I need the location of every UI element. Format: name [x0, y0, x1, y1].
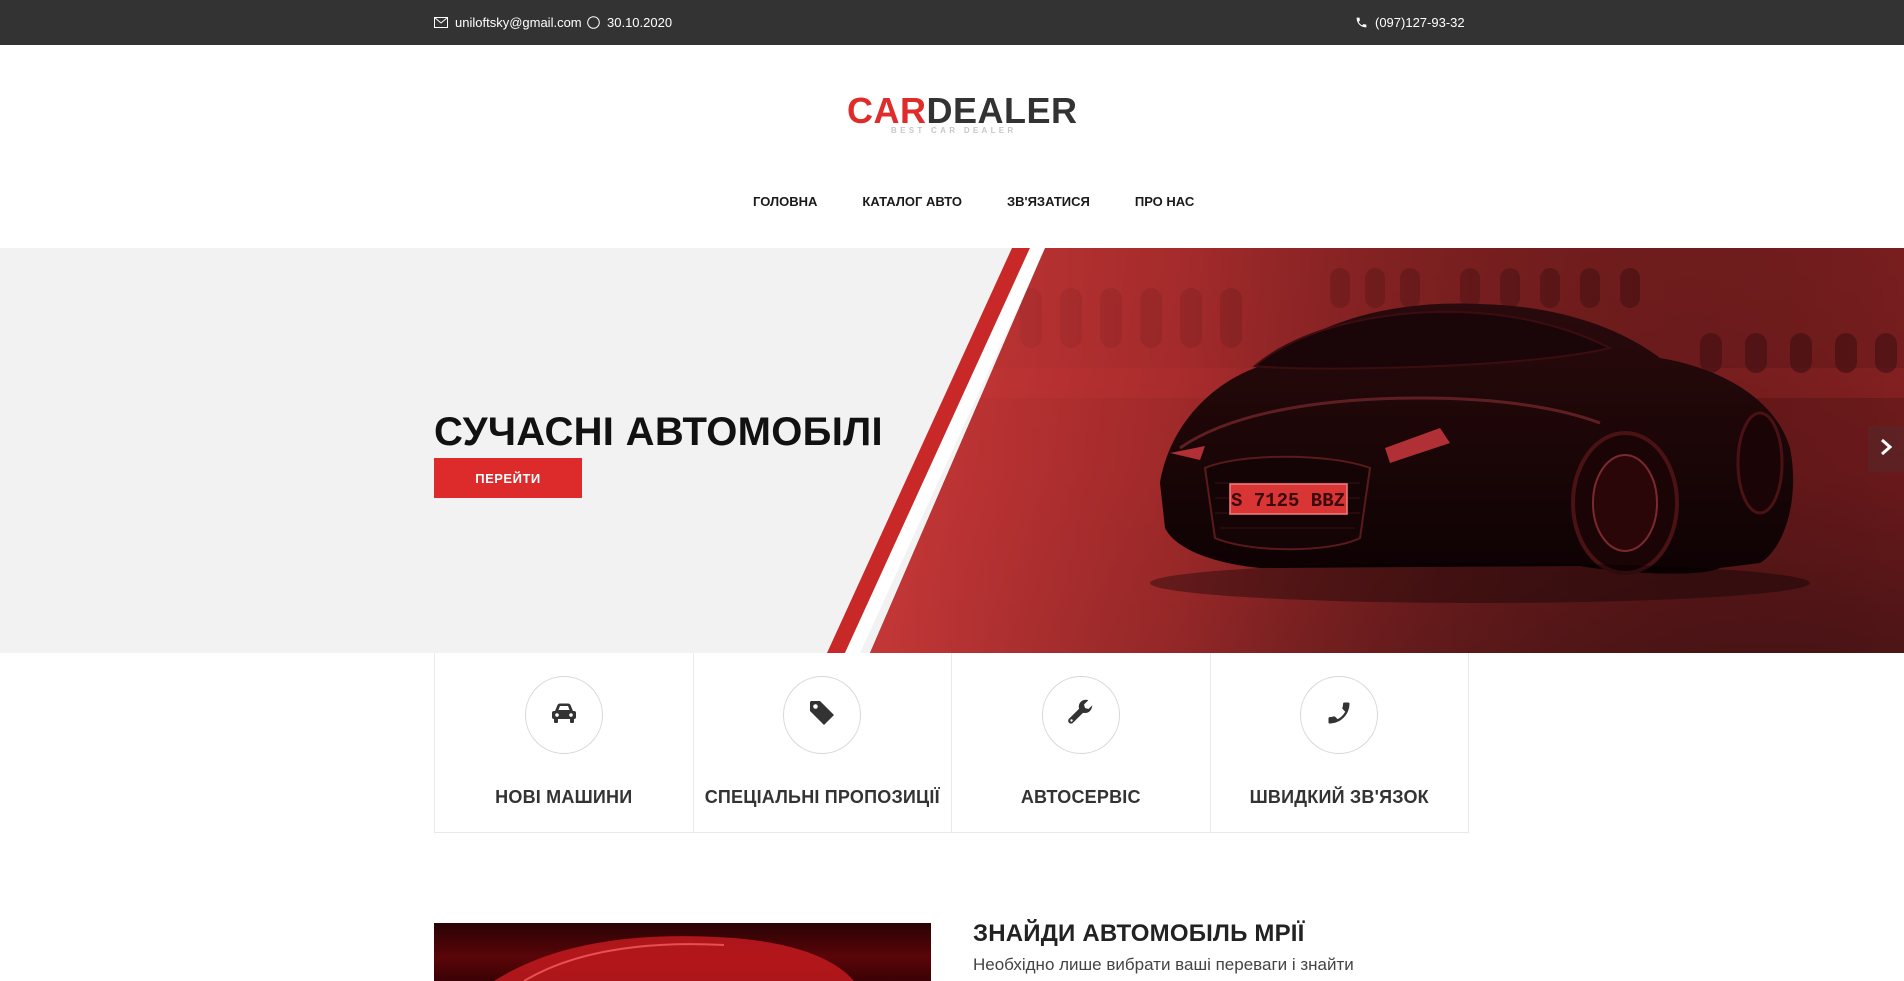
logo-tagline: BEST CAR DEALER — [891, 126, 1017, 135]
feature-icon-circle — [783, 676, 862, 754]
hero-title: СУЧАСНІ АВТОМОБІЛІ — [434, 410, 883, 454]
phone-icon — [1325, 699, 1353, 732]
phone-icon — [1355, 16, 1368, 29]
feature-label: НОВІ МАШИНИ — [495, 787, 633, 807]
feature-special-offers[interactable]: СПЕЦІАЛЬНІ ПРОПОЗИЦІЇ — [694, 653, 952, 832]
topbar-phone[interactable]: (097)127-93-32 — [1355, 0, 1465, 45]
feature-label: АВТОСЕРВІС — [1020, 787, 1141, 807]
hero-license-plate: S 7125 BBZ — [1231, 490, 1345, 512]
nav-item-catalog[interactable]: КАТАЛОГ АВТО — [862, 194, 962, 209]
feature-car-service[interactable]: АВТОСЕРВІС — [952, 653, 1211, 832]
site-logo[interactable]: CAR DEALER BEST CAR DEALER — [847, 90, 1077, 138]
nav-item-about[interactable]: ПРО НАС — [1135, 194, 1194, 209]
feature-icon-circle — [1300, 676, 1379, 754]
tag-icon — [808, 699, 836, 732]
car-icon — [550, 702, 578, 729]
logo-wordmark: CAR DEALER — [847, 90, 1077, 131]
topbar-phone-text: (097)127-93-32 — [1375, 15, 1465, 30]
topbar-email[interactable]: uniloftsky@gmail.com — [434, 0, 582, 45]
slider-next-button[interactable] — [1868, 426, 1904, 472]
hero-background-image: S 7125 BBZ — [827, 248, 1904, 653]
feature-icon-circle — [1041, 676, 1120, 754]
main-nav: ГОЛОВНА КАТАЛОГ АВТО ЗВ'ЯЗАТИСЯ ПРО НАС — [753, 194, 1194, 209]
wrench-icon — [1067, 699, 1095, 732]
hero-go-button[interactable]: ПЕРЕЙТИ — [434, 458, 582, 498]
envelope-icon — [434, 17, 448, 28]
feature-label: ШВИДКИЙ ЗВ'ЯЗОК — [1249, 787, 1429, 807]
feature-new-cars[interactable]: НОВІ МАШИНИ — [435, 653, 694, 832]
logo-part-dealer: DEALER — [926, 90, 1078, 131]
features-row: НОВІ МАШИНИ СПЕЦІАЛЬНІ ПРОПОЗИЦІЇ АВТОСЕ… — [434, 653, 1469, 833]
topbar-date-text: 30.10.2020 — [607, 15, 673, 30]
feature-icon-circle — [524, 676, 603, 754]
chevron-right-icon — [1880, 438, 1893, 460]
dream-section-title: ЗНАЙДИ АВТОМОБІЛЬ МРІЇ — [973, 920, 1305, 947]
dream-section-text: Необхідно лише вибрати ваші переваги і з… — [973, 955, 1354, 974]
topbar-email-text: uniloftsky@gmail.com — [455, 15, 582, 30]
feature-quick-contact[interactable]: ШВИДКИЙ ЗВ'ЯЗОК — [1211, 653, 1469, 832]
feature-label: СПЕЦІАЛЬНІ ПРОПОЗИЦІЇ — [704, 787, 940, 807]
hero-slider: S 7125 BBZ СУЧАСНІ АВТОМОБІЛІ ПЕРЕЙТИ — [0, 248, 1904, 653]
nav-item-contact[interactable]: ЗВ'ЯЗАТИСЯ — [1007, 194, 1090, 209]
top-bar: uniloftsky@gmail.com 30.10.2020 (097)127… — [0, 0, 1904, 45]
nav-item-home[interactable]: ГОЛОВНА — [753, 194, 817, 209]
dream-car-image — [434, 923, 931, 981]
logo-part-car: CAR — [847, 90, 927, 131]
topbar-date: 30.10.2020 — [587, 0, 672, 45]
clock-icon — [587, 16, 600, 29]
